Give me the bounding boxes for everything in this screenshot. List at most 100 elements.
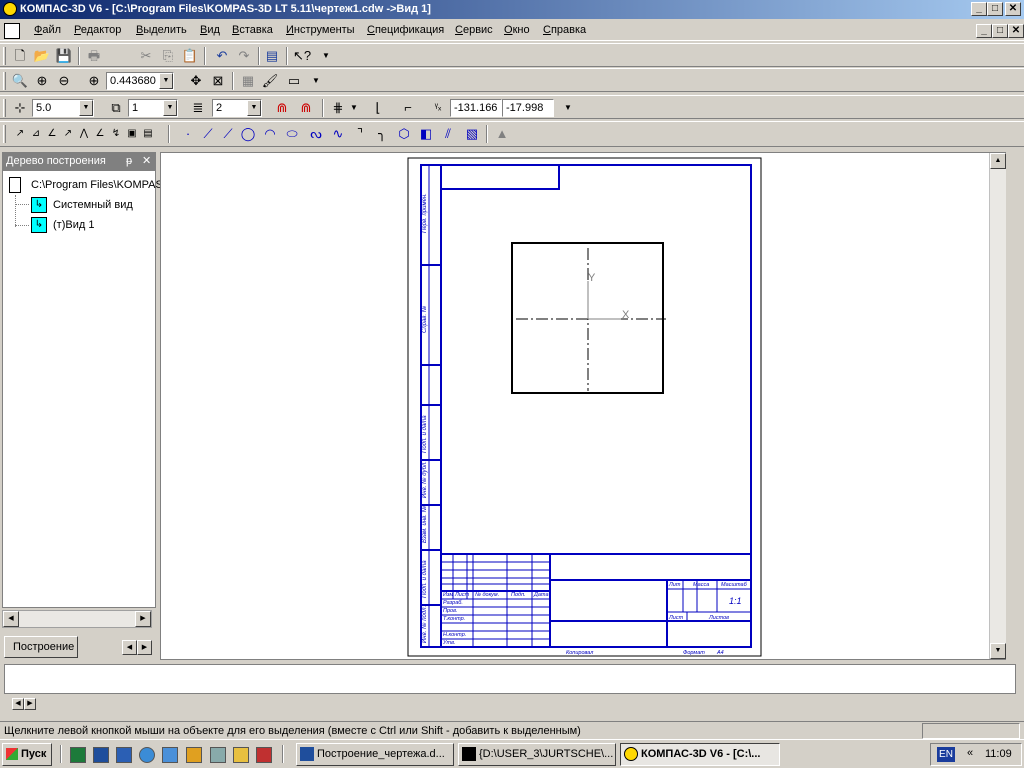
copy-icon[interactable]: ⎘ [158, 46, 178, 66]
view-combo[interactable]: 1 ▼ [128, 99, 178, 117]
toolbar-grip[interactable] [3, 99, 6, 117]
app-icon[interactable] [256, 747, 272, 763]
point-icon[interactable]: · [178, 124, 198, 144]
tree-item-view1[interactable]: (т)Вид 1 [53, 219, 94, 231]
menu-file[interactable]: Файл [34, 24, 61, 36]
tree-root-node[interactable]: C:\Program Files\KOMPAS [31, 179, 163, 191]
notepad-icon[interactable] [210, 747, 226, 763]
zoom-in-icon[interactable]: ⊕ [32, 71, 52, 91]
redo-icon[interactable]: ↷ [234, 46, 254, 66]
dropdown-arrow-icon[interactable]: ▼ [344, 98, 364, 118]
scroll-up-icon[interactable]: ▲ [990, 153, 1006, 169]
bezier-icon[interactable]: ᔓ [306, 124, 326, 144]
menu-service[interactable]: Сервис [455, 24, 493, 36]
help-pointer-icon[interactable]: ↖? [292, 46, 312, 66]
print-icon[interactable]: 🖶 [84, 46, 104, 66]
toolbar-grip[interactable] [3, 72, 6, 90]
doc-restore-icon[interactable]: □ [992, 24, 1008, 38]
paste-icon[interactable]: 📋 [180, 46, 200, 66]
zoom-window-icon[interactable]: 🔍 [10, 71, 30, 91]
task-kompas[interactable]: КОМПАС-3D V6 - [C:\... [620, 743, 780, 766]
local-snap-icon[interactable]: ⋒ [296, 98, 316, 118]
tree-hscrollbar[interactable]: ◀ ▶ [2, 610, 152, 628]
menu-help[interactable]: Справка [543, 24, 586, 36]
new-file-icon[interactable]: 🗋 [10, 46, 30, 66]
menu-select[interactable]: Выделить [136, 24, 187, 36]
scroll-right-icon[interactable]: ▶ [135, 611, 151, 627]
circle-icon[interactable]: ◯ [238, 124, 258, 144]
segment-icon[interactable]: ⟋ [218, 124, 238, 144]
task-command-prompt[interactable]: {D:\USER_3\JURTSCHE\... [458, 743, 616, 766]
pan-icon[interactable]: ✥ [186, 71, 206, 91]
collect-contour-icon[interactable]: ▲ [492, 124, 512, 144]
polygon-icon[interactable]: ⬡ [394, 124, 414, 144]
show-all-icon[interactable]: ⊠ [208, 71, 228, 91]
zoom-scale-icon[interactable]: ⊕ [84, 71, 104, 91]
open-folder-icon[interactable]: 📂 [32, 46, 52, 66]
property-area[interactable] [4, 664, 1016, 694]
brush-icon[interactable]: 🖌 [260, 71, 280, 91]
coord-y-field[interactable]: -17.998 [502, 99, 554, 117]
word-icon[interactable] [93, 747, 109, 763]
contour-icon[interactable]: ▧ [462, 124, 482, 144]
layer-combo[interactable]: 2 ▼ [212, 99, 262, 117]
library-icon[interactable]: ▤ [262, 46, 282, 66]
view-icon[interactable]: ⧉ [106, 98, 126, 118]
language-indicator[interactable]: EN [937, 747, 955, 762]
panel-scroll-left-icon[interactable]: ◀ [12, 698, 24, 710]
document-icon[interactable] [4, 23, 20, 39]
report-panel-icon[interactable]: ▤ [138, 124, 158, 144]
ellipse-icon[interactable]: ⬭ [282, 124, 302, 144]
word-doc-icon[interactable] [116, 747, 132, 763]
canvas-vscrollbar[interactable]: ▲ ▼ [989, 153, 1006, 659]
layer-icon[interactable]: ≣ [188, 98, 208, 118]
toolbar-grip[interactable] [3, 125, 6, 143]
arc-icon[interactable]: ◠ [260, 124, 280, 144]
local-cs-icon[interactable]: ⌊ [368, 98, 388, 118]
chevron-down-icon[interactable]: ▼ [163, 100, 177, 116]
maximize-icon[interactable]: □ [987, 2, 1003, 16]
cut-icon[interactable]: ✂ [136, 46, 156, 66]
step-combo[interactable]: 5.0 ▼ [32, 99, 94, 117]
scroll-left-icon[interactable]: ◀ [3, 611, 19, 627]
tray-expand-icon[interactable]: « [967, 747, 973, 759]
zoom-combo[interactable]: 0.443680 ▼ [106, 72, 174, 90]
display-mode-icon[interactable]: ▭ [284, 71, 304, 91]
pencil-icon[interactable] [186, 747, 202, 763]
panel-scroll-right-icon[interactable]: ▶ [24, 698, 36, 710]
coord-x-field[interactable]: -131.166 [450, 99, 502, 117]
excel-icon[interactable] [70, 747, 86, 763]
step-icon[interactable]: ⊹ [10, 98, 30, 118]
drawing-sheet[interactable]: Перв. примен. Справ. № Подп. и дата Инв.… [161, 153, 1007, 661]
tree-item-system-view[interactable]: Системный вид [53, 199, 133, 211]
folder-icon[interactable] [233, 747, 249, 763]
start-button[interactable]: Пуск [2, 743, 52, 766]
menu-tools[interactable]: Инструменты [286, 24, 355, 36]
scroll-down-icon[interactable]: ▼ [990, 643, 1006, 659]
doc-close-icon[interactable]: ✕ [1008, 24, 1024, 38]
ortho-icon[interactable]: ⌐ [398, 98, 418, 118]
close-icon[interactable]: ✕ [1005, 2, 1021, 16]
tab-scroll-left-icon[interactable]: ◀ [122, 640, 137, 655]
menu-view[interactable]: Вид [200, 24, 220, 36]
ie-icon[interactable] [139, 747, 155, 763]
fillet-icon[interactable]: ╮ [372, 124, 392, 144]
refresh-icon[interactable]: ▦ [238, 71, 258, 91]
dropdown-arrow-icon[interactable]: ▼ [558, 98, 578, 118]
snap-magnet-icon[interactable]: ⋒ [272, 98, 292, 118]
save-icon[interactable]: 💾 [54, 46, 74, 66]
pin-icon[interactable]: ᵽ [126, 152, 132, 170]
doc-minimize-icon[interactable]: _ [976, 24, 992, 38]
chamfer-icon[interactable]: ⌝ [350, 124, 370, 144]
menu-editor[interactable]: Редактор [74, 24, 121, 36]
zoom-out-icon[interactable]: ⊖ [54, 71, 74, 91]
menu-specification[interactable]: Спецификация [367, 24, 444, 36]
toolbar-grip[interactable] [3, 47, 6, 65]
equidistant-icon[interactable]: ◧ [416, 124, 436, 144]
clock[interactable]: 11:09 [985, 748, 1012, 760]
dropdown-arrow-icon[interactable]: ▼ [316, 46, 336, 66]
tab-build[interactable]: Построение [4, 636, 78, 658]
chevron-down-icon[interactable]: ▼ [79, 100, 93, 116]
undo-icon[interactable]: ↶ [212, 46, 232, 66]
menu-window[interactable]: Окно [504, 24, 530, 36]
